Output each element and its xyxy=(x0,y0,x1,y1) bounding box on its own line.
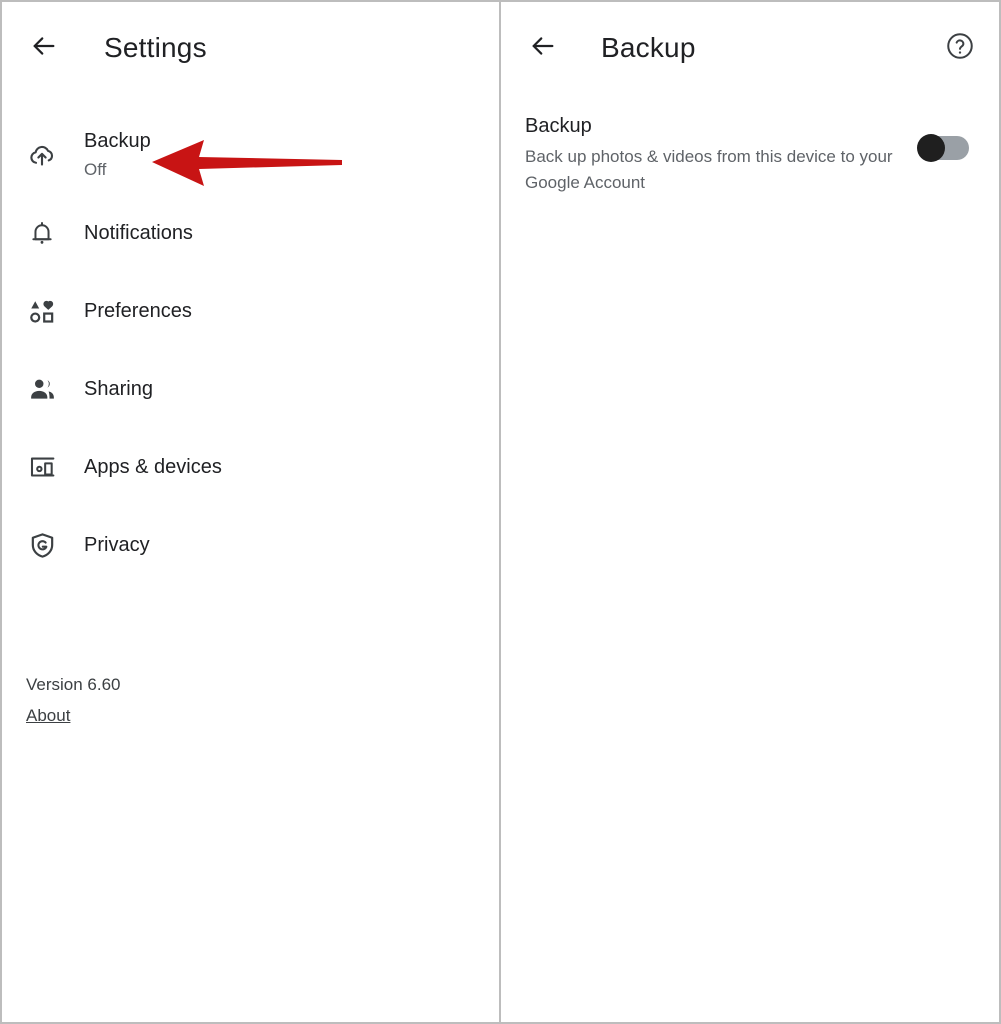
sidebar-item-backup-text: Backup Off xyxy=(84,128,151,182)
version-text: Version 6.60 xyxy=(26,675,121,694)
backup-setting-title: Backup xyxy=(525,115,592,137)
about-link[interactable]: About xyxy=(26,703,70,729)
backup-setting-text: Backup Back up photos & videos from this… xyxy=(525,112,907,196)
backup-detail-panel: Backup Backup Back up photos & videos fr… xyxy=(501,2,999,1022)
settings-panel: Settings Backup Off Notifications Prefer… xyxy=(2,2,501,1022)
sidebar-item-privacy-text: Privacy xyxy=(84,532,150,559)
sidebar-item-apps-and-devices[interactable]: Apps & devices xyxy=(2,428,499,506)
cloud-upload-icon xyxy=(26,139,58,171)
back-button[interactable] xyxy=(26,30,62,66)
toggle-knob xyxy=(917,134,945,162)
page-title: Settings xyxy=(104,32,207,63)
sidebar-item-subtitle: Off xyxy=(84,160,107,179)
screenshot-root: Settings Backup Off Notifications Prefer… xyxy=(0,0,1001,1024)
sidebar-item-privacy[interactable]: Privacy xyxy=(2,506,499,584)
help-circle-icon xyxy=(945,31,975,66)
backup-appbar: Backup xyxy=(501,2,999,94)
sidebar-item-label: Privacy xyxy=(84,533,150,556)
page-title: Backup xyxy=(601,32,696,63)
arrow-back-icon xyxy=(30,32,58,65)
back-button[interactable] xyxy=(525,30,561,66)
sidebar-item-sharing-text: Sharing xyxy=(84,376,153,403)
sidebar-item-backup[interactable]: Backup Off xyxy=(2,116,499,194)
devices-icon xyxy=(26,451,58,483)
backup-toggle-switch[interactable] xyxy=(917,134,969,162)
sidebar-item-preferences[interactable]: Preferences xyxy=(2,272,499,350)
people-icon xyxy=(26,373,58,405)
sidebar-item-preferences-text: Preferences xyxy=(84,298,192,325)
sidebar-item-label: Preferences xyxy=(84,299,192,322)
settings-menu: Backup Off Notifications Preferences Sha… xyxy=(2,116,499,584)
backup-setting-description: Back up photos & videos from this device… xyxy=(525,147,893,192)
settings-appbar: Settings xyxy=(2,2,499,94)
sidebar-item-label: Apps & devices xyxy=(84,455,222,478)
sidebar-item-sharing[interactable]: Sharing xyxy=(2,350,499,428)
sidebar-item-label: Sharing xyxy=(84,377,153,400)
sidebar-item-label: Backup xyxy=(84,130,151,152)
backup-setting-row: Backup Back up photos & videos from this… xyxy=(501,94,999,196)
sidebar-item-apps-and-devices-text: Apps & devices xyxy=(84,454,222,481)
sidebar-item-label: Notifications xyxy=(84,221,193,244)
shapes-icon xyxy=(26,295,58,327)
shield-g-icon xyxy=(26,529,58,561)
sidebar-item-notifications[interactable]: Notifications xyxy=(2,194,499,272)
version-block: Version 6.60 About xyxy=(26,672,121,729)
help-button[interactable] xyxy=(943,31,977,65)
arrow-back-icon xyxy=(529,32,557,65)
bell-icon xyxy=(26,217,58,249)
sidebar-item-notifications-text: Notifications xyxy=(84,220,193,247)
